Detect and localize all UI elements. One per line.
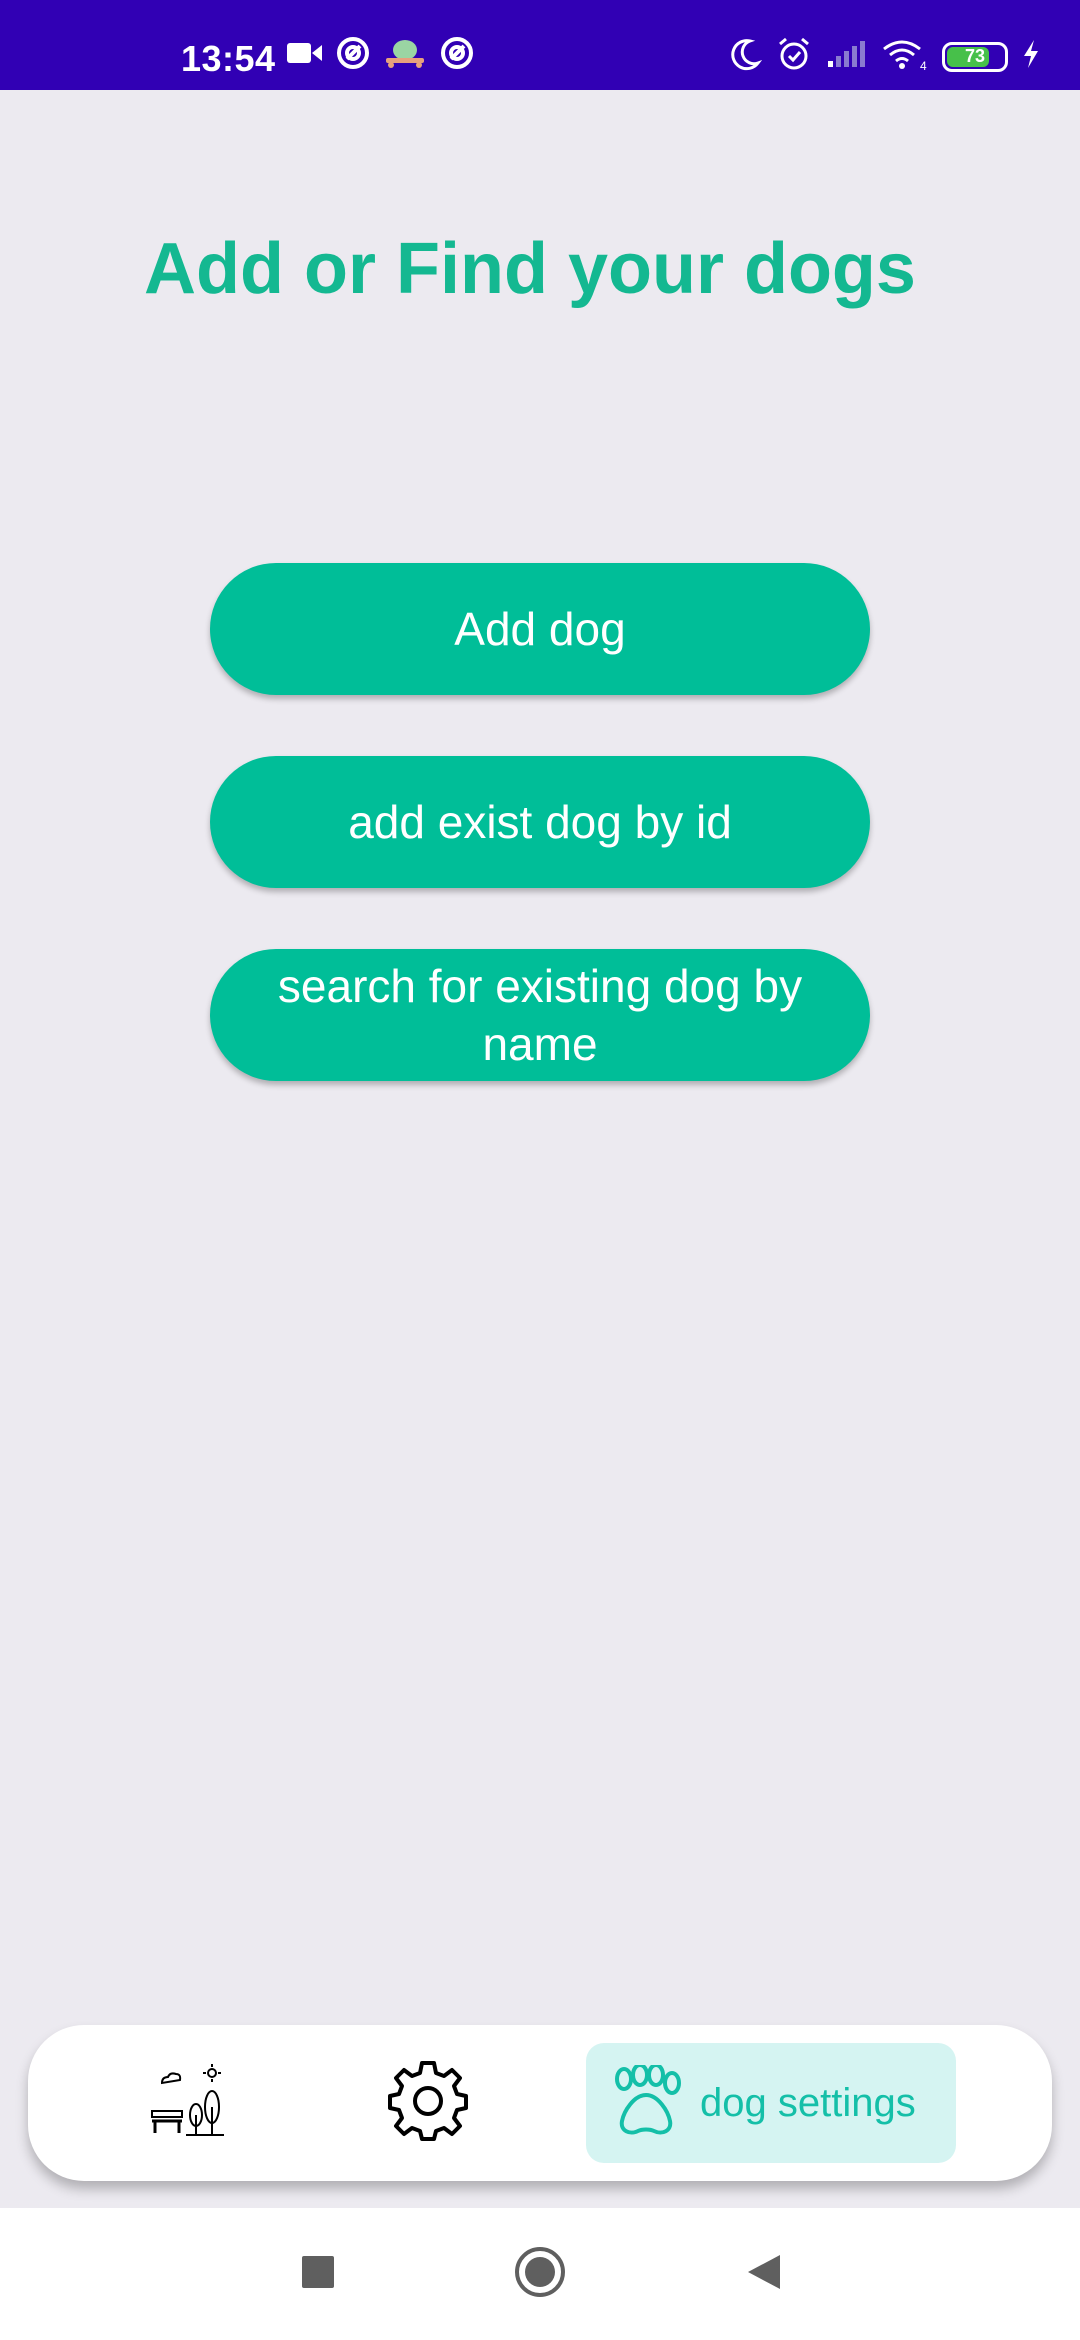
charging-bolt-icon	[1022, 39, 1040, 74]
back-triangle-icon	[746, 2253, 782, 2296]
battery-icon: 73	[942, 41, 1008, 72]
nav-dog-settings-label: dog settings	[700, 2080, 916, 2125]
status-right-icons: 4 73	[728, 36, 1040, 77]
battery-level: 73	[964, 46, 986, 66]
home-button[interactable]	[506, 2208, 574, 2340]
back-button[interactable]	[732, 2208, 796, 2340]
alarm-icon	[776, 36, 812, 77]
status-bar: 13:54 4 73	[0, 0, 1080, 90]
nav-item-dog-settings[interactable]: dog settings	[586, 2043, 956, 2163]
notification-app-icon	[440, 36, 474, 75]
system-navigation-bar	[0, 2208, 1080, 2340]
park-bench-trees-icon	[150, 2063, 226, 2144]
gear-icon	[388, 2060, 468, 2146]
status-left-icons	[286, 36, 474, 75]
page-title: Add or Find your dogs	[144, 229, 916, 309]
status-time: 13:54	[181, 38, 276, 79]
do-not-disturb-moon-icon	[728, 37, 763, 76]
cellular-signal-icon	[826, 39, 866, 74]
bottom-navigation: dog settings	[28, 2025, 1052, 2181]
svg-text:4: 4	[920, 59, 927, 71]
paw-icon	[606, 2062, 686, 2142]
game-app-icon	[382, 38, 428, 73]
nav-item-settings[interactable]	[358, 2025, 498, 2181]
home-circle-icon	[514, 2246, 566, 2303]
wifi-icon: 4	[880, 37, 928, 76]
notification-app-icon	[336, 36, 370, 75]
search-dog-by-name-button[interactable]: search for existing dog by name	[210, 949, 870, 1081]
add-exist-dog-by-id-button[interactable]: add exist dog by id	[210, 756, 870, 888]
video-camera-icon	[286, 40, 324, 71]
add-dog-button[interactable]: Add dog	[210, 563, 870, 695]
nav-item-park[interactable]	[118, 2025, 258, 2181]
recents-button[interactable]	[286, 2208, 350, 2340]
recents-square-icon	[301, 2255, 335, 2294]
